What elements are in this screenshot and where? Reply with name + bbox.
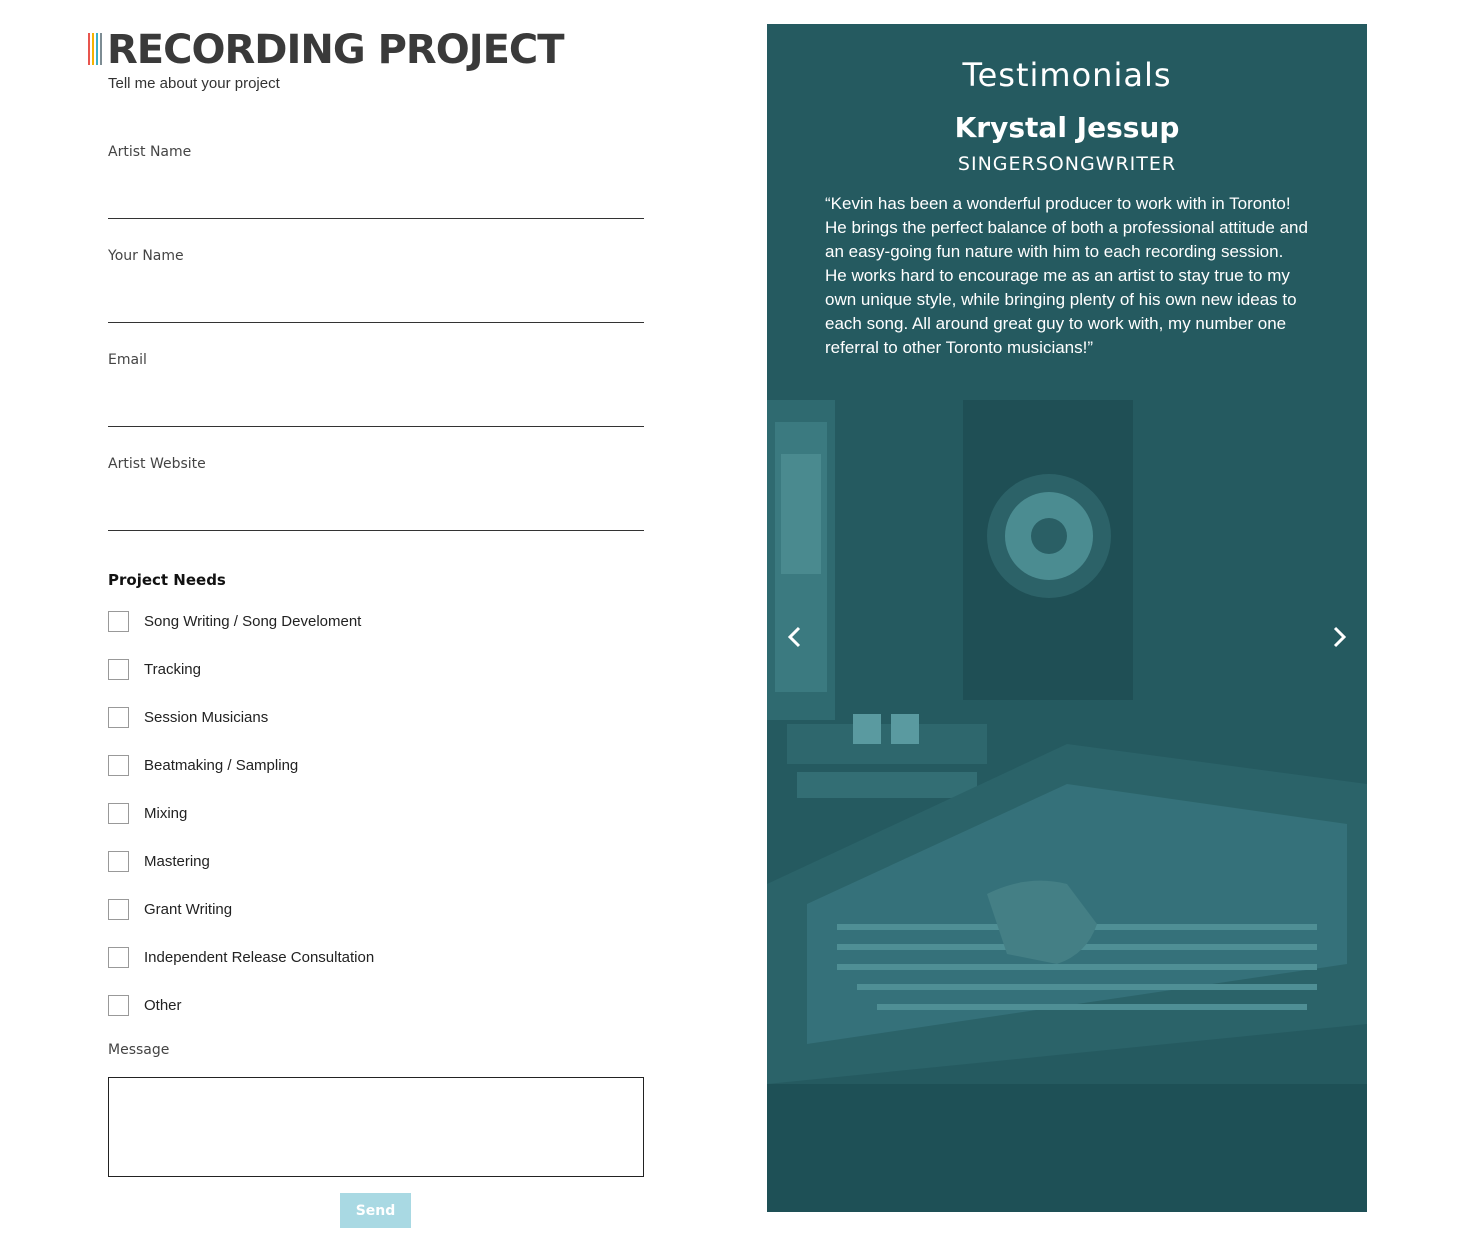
need-option-label[interactable]: Mixing bbox=[144, 803, 187, 825]
artist-name-field: Artist Name bbox=[108, 143, 644, 219]
mixing-checkbox[interactable] bbox=[108, 803, 129, 824]
artist-website-label: Artist Website bbox=[108, 456, 206, 472]
testimonial-author-name: Krystal Jessup bbox=[954, 111, 1180, 144]
brand-bar bbox=[88, 33, 90, 65]
need-option: Session Musicians bbox=[108, 707, 374, 755]
artist-name-input[interactable] bbox=[108, 185, 644, 219]
chevron-right-icon bbox=[1333, 626, 1347, 648]
need-option: Grant Writing bbox=[108, 899, 374, 947]
need-option: Independent Release Consultation bbox=[108, 947, 374, 995]
need-option-label[interactable]: Grant Writing bbox=[144, 899, 232, 921]
your-name-label: Your Name bbox=[108, 248, 184, 264]
testimonials-panel: Testimonials Krystal Jessup SINGERSONGWR… bbox=[767, 24, 1367, 1212]
need-option-label[interactable]: Session Musicians bbox=[144, 707, 268, 729]
chevron-left-icon bbox=[787, 626, 801, 648]
email-field: Email bbox=[108, 351, 644, 427]
need-option-label[interactable]: Song Writing / Song Develoment bbox=[144, 611, 361, 633]
carousel-next-button[interactable] bbox=[1324, 622, 1354, 652]
testimonial-author-role: SINGERSONGWRITER bbox=[957, 153, 1177, 175]
brand-color-bars bbox=[88, 33, 102, 65]
need-option: Song Writing / Song Develoment bbox=[108, 611, 374, 659]
need-option-label[interactable]: Mastering bbox=[144, 851, 210, 873]
need-option-label[interactable]: Tracking bbox=[144, 659, 201, 681]
song-writing-checkbox[interactable] bbox=[108, 611, 129, 632]
artist-website-input[interactable] bbox=[108, 497, 644, 531]
testimonial-quote: “Kevin has been a wonderful producer to … bbox=[825, 194, 1308, 357]
need-option-label[interactable]: Beatmaking / Sampling bbox=[144, 755, 298, 777]
beatmaking-checkbox[interactable] bbox=[108, 755, 129, 776]
need-option-label[interactable]: Other bbox=[144, 995, 182, 1017]
artist-name-label: Artist Name bbox=[108, 144, 192, 160]
your-name-field: Your Name bbox=[108, 247, 644, 323]
artist-website-field: Artist Website bbox=[108, 455, 644, 531]
grant-writing-checkbox[interactable] bbox=[108, 899, 129, 920]
project-needs-heading: Project Needs bbox=[108, 571, 226, 589]
email-label: Email bbox=[108, 352, 147, 368]
need-option-label[interactable]: Independent Release Consultation bbox=[144, 947, 374, 969]
send-button[interactable]: Send bbox=[340, 1193, 411, 1228]
carousel-prev-button[interactable] bbox=[780, 622, 810, 652]
email-input[interactable] bbox=[108, 393, 644, 427]
message-label: Message bbox=[108, 1042, 170, 1058]
session-musicians-checkbox[interactable] bbox=[108, 707, 129, 728]
need-option: Beatmaking / Sampling bbox=[108, 755, 374, 803]
need-option: Tracking bbox=[108, 659, 374, 707]
page-subtitle: Tell me about your project bbox=[108, 75, 280, 92]
project-needs-list: Song Writing / Song Develoment Tracking … bbox=[108, 611, 374, 1043]
testimonials-heading: Testimonials bbox=[962, 56, 1172, 94]
mastering-checkbox[interactable] bbox=[108, 851, 129, 872]
release-consultation-checkbox[interactable] bbox=[108, 947, 129, 968]
brand-bar bbox=[92, 33, 94, 65]
need-option: Other bbox=[108, 995, 374, 1043]
tracking-checkbox[interactable] bbox=[108, 659, 129, 680]
message-textarea[interactable] bbox=[108, 1077, 644, 1177]
other-checkbox[interactable] bbox=[108, 995, 129, 1016]
brand-bar bbox=[100, 33, 102, 65]
need-option: Mastering bbox=[108, 851, 374, 899]
brand-bar bbox=[96, 33, 98, 65]
your-name-input[interactable] bbox=[108, 289, 644, 323]
page-title: RECORDING PROJECT bbox=[107, 27, 565, 73]
need-option: Mixing bbox=[108, 803, 374, 851]
